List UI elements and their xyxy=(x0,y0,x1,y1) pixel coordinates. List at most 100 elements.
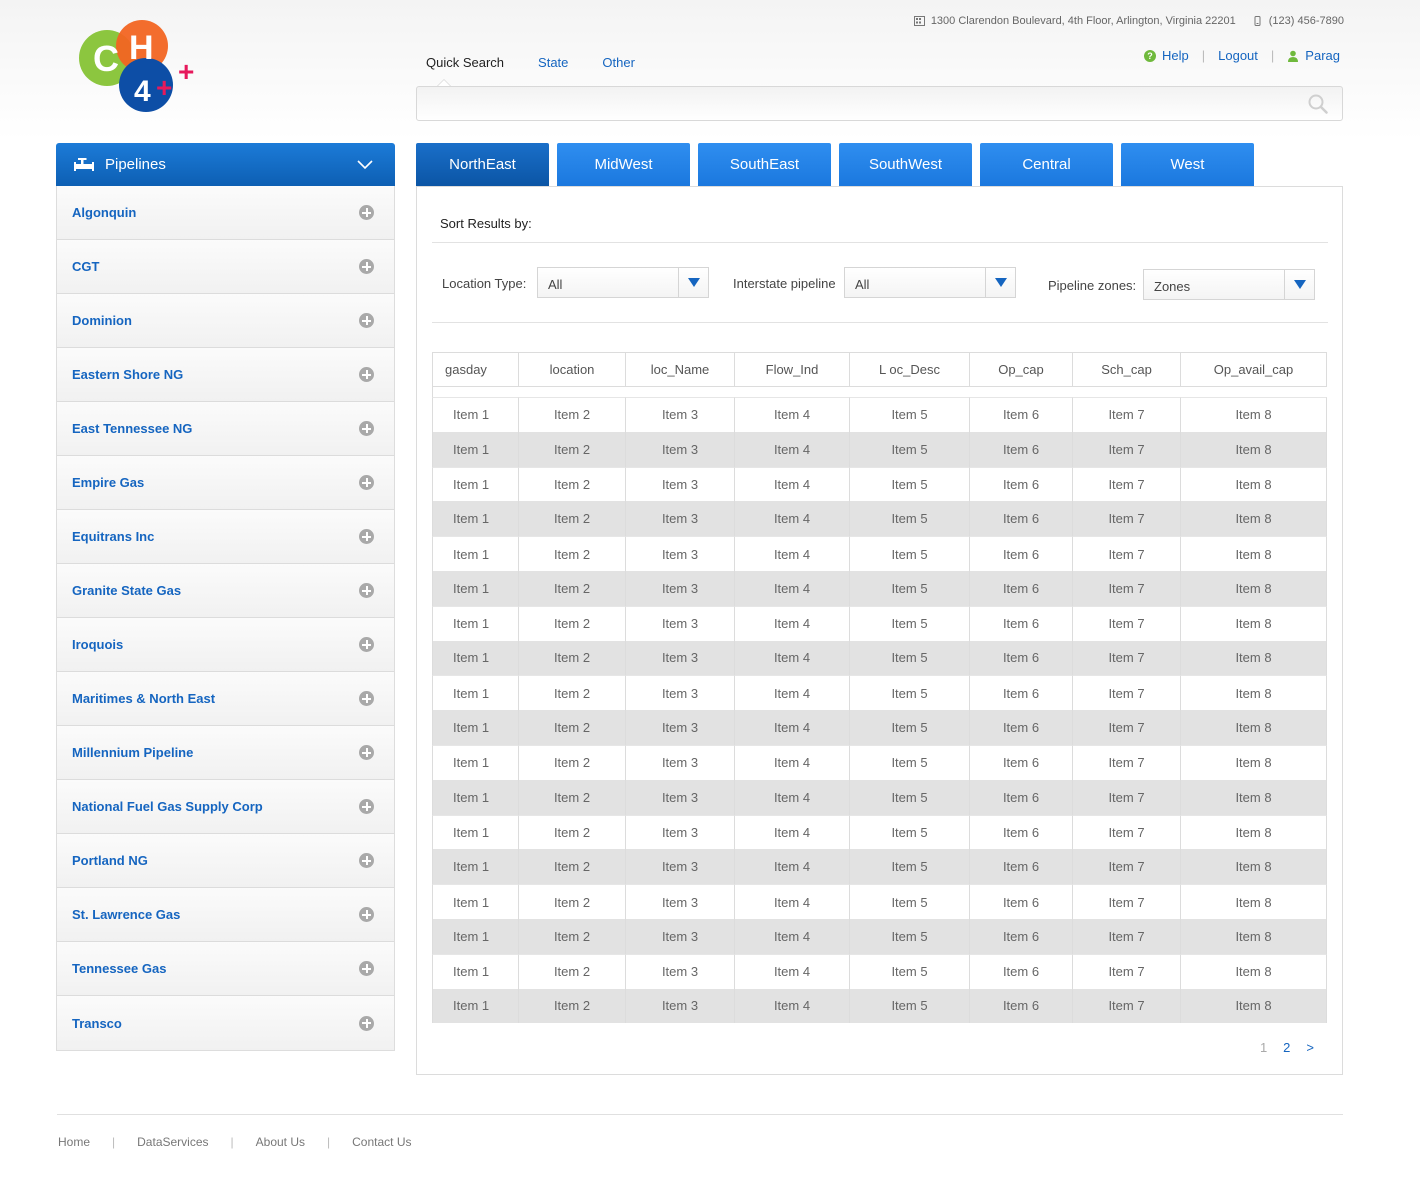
separator: | xyxy=(327,1135,331,1149)
plus-circle-icon[interactable] xyxy=(359,367,374,382)
plus-circle-icon[interactable] xyxy=(359,583,374,598)
sidebar-item-granite-state-gas[interactable]: Granite State Gas xyxy=(57,564,394,618)
table-row[interactable]: Item 1 Item 2 Item 3 Item 4 Item 5 Item 6 Item… xyxy=(432,640,1327,676)
table-row[interactable]: Item 1 Item 2 Item 3 Item 4 Item 5 Item 6 Item… xyxy=(432,953,1327,989)
search-icon[interactable] xyxy=(1308,94,1328,114)
table-row[interactable]: Item 1 Item 2 Item 3 Item 4 Item 5 Item 6 Item… xyxy=(432,570,1327,606)
search-input[interactable] xyxy=(417,87,1277,120)
footer-link-about-us[interactable]: About Us xyxy=(256,1135,305,1149)
plus-circle-icon[interactable] xyxy=(359,745,374,760)
column-header[interactable]: Op_cap xyxy=(970,352,1073,387)
plus-circle-icon[interactable] xyxy=(359,529,374,544)
plus-circle-icon[interactable] xyxy=(359,799,374,814)
table-cell: Item 3 xyxy=(626,849,735,885)
pipeline-zones-select[interactable]: Zones xyxy=(1143,269,1315,300)
header-gap xyxy=(432,387,1327,397)
table-row[interactable]: Item 1 Item 2 Item 3 Item 4 Item 5 Item 6 Item… xyxy=(432,779,1327,815)
plus-circle-icon[interactable] xyxy=(359,961,374,976)
plus-circle-icon[interactable] xyxy=(359,421,374,436)
logo[interactable]: C H 4 + + xyxy=(76,18,202,116)
sidebar-item-empire-gas[interactable]: Empire Gas xyxy=(57,456,394,510)
tab-west[interactable]: West xyxy=(1121,143,1254,186)
tab-southeast[interactable]: SouthEast xyxy=(698,143,831,186)
user-link[interactable]: Parag xyxy=(1287,48,1340,63)
table-cell: Item 7 xyxy=(1073,953,1181,989)
table-cell: Item 5 xyxy=(850,710,970,745)
column-header[interactable]: location xyxy=(519,352,626,387)
column-header[interactable]: L oc_Desc xyxy=(850,352,970,387)
table-cell: Item 5 xyxy=(850,744,970,780)
plus-circle-icon[interactable] xyxy=(359,691,374,706)
table-cell: Item 5 xyxy=(850,953,970,989)
table-row[interactable]: Item 1 Item 2 Item 3 Item 4 Item 5 Item 6 Item… xyxy=(432,466,1327,502)
tab-quick-search[interactable]: Quick Search xyxy=(426,55,504,70)
footer-link-dataservices[interactable]: DataServices xyxy=(137,1135,208,1149)
footer-link-contact-us[interactable]: Contact Us xyxy=(352,1135,411,1149)
caret-down-icon[interactable] xyxy=(1284,270,1314,299)
sidebar-item-st-lawrence-gas[interactable]: St. Lawrence Gas xyxy=(57,888,394,942)
plus-circle-icon[interactable] xyxy=(359,475,374,490)
table-row[interactable]: Item 1 Item 2 Item 3 Item 4 Item 5 Item 6 Item… xyxy=(432,431,1327,467)
table-row[interactable]: Item 1 Item 2 Item 3 Item 4 Item 5 Item 6 Item… xyxy=(432,501,1327,537)
column-header[interactable]: Flow_Ind xyxy=(735,352,850,387)
table-row[interactable]: Item 1 Item 2 Item 3 Item 4 Item 5 Item 6 Item… xyxy=(432,814,1327,850)
footer-link-home[interactable]: Home xyxy=(58,1135,90,1149)
sidebar-item-maritimes-north-east[interactable]: Maritimes & North East xyxy=(57,672,394,726)
sidebar-item-millennium-pipeline[interactable]: Millennium Pipeline xyxy=(57,726,394,780)
chevron-down-icon[interactable] xyxy=(357,157,373,173)
tab-other[interactable]: Other xyxy=(602,55,635,70)
sidebar-item-label: Maritimes & North East xyxy=(72,691,216,706)
table-row[interactable]: Item 1 Item 2 Item 3 Item 4 Item 5 Item 6 Item… xyxy=(432,884,1327,919)
logout-link[interactable]: Logout xyxy=(1218,48,1258,63)
caret-down-icon[interactable] xyxy=(985,268,1015,297)
plus-circle-icon[interactable] xyxy=(359,637,374,652)
sidebar-item-national-fuel-gas[interactable]: National Fuel Gas Supply Corp xyxy=(57,780,394,834)
table-cell: Item 2 xyxy=(519,397,626,432)
plus-circle-icon[interactable] xyxy=(359,205,374,220)
tab-midwest[interactable]: MidWest xyxy=(557,143,690,186)
column-header[interactable]: Op_avail_cap xyxy=(1181,352,1327,387)
table-row[interactable]: Item 1 Item 2 Item 3 Item 4 Item 5 Item 6 Item… xyxy=(432,536,1327,571)
next-page-link[interactable]: > xyxy=(1306,1040,1314,1055)
sidebar-item-eastern-shore-ng[interactable]: Eastern Shore NG xyxy=(57,348,394,402)
tab-state[interactable]: State xyxy=(538,55,568,70)
column-header[interactable]: Sch_cap xyxy=(1073,352,1181,387)
plus-circle-icon[interactable] xyxy=(359,1015,374,1031)
tab-central[interactable]: Central xyxy=(980,143,1113,186)
plus-circle-icon[interactable] xyxy=(359,907,374,922)
sidebar-item-tennessee-gas[interactable]: Tennessee Gas xyxy=(57,942,394,996)
help-link[interactable]: ? Help xyxy=(1144,48,1189,63)
plus-circle-icon[interactable] xyxy=(359,313,374,328)
table-row[interactable]: Item 1 Item 2 Item 3 Item 4 Item 5 Item 6 Item… xyxy=(432,744,1327,780)
location-type-label: Location Type: xyxy=(442,276,527,291)
sidebar-item-iroquois[interactable]: Iroquois xyxy=(57,618,394,672)
results-panel: Sort Results by: Location Type: All Inte… xyxy=(416,186,1343,1075)
sidebar-item-dominion[interactable]: Dominion xyxy=(57,294,394,348)
table-row[interactable]: Item 1 Item 2 Item 3 Item 4 Item 5 Item 6 Item… xyxy=(432,849,1327,885)
table-row[interactable]: Item 1 Item 2 Item 3 Item 4 Item 5 Item 6 Item… xyxy=(432,605,1327,641)
sidebar-item-east-tennessee-ng[interactable]: East Tennessee NG xyxy=(57,402,394,456)
table-row[interactable]: Item 1 Item 2 Item 3 Item 4 Item 5 Item 6 Item… xyxy=(432,397,1327,432)
sidebar-item-cgt[interactable]: CGT xyxy=(57,240,394,294)
column-header[interactable]: gasday xyxy=(432,352,519,387)
table-cell: Item 3 xyxy=(626,918,735,954)
plus-circle-icon[interactable] xyxy=(359,853,374,868)
caret-down-icon[interactable] xyxy=(678,268,708,297)
table-row[interactable]: Item 1 Item 2 Item 3 Item 4 Item 5 Item 6 Item… xyxy=(432,918,1327,954)
tab-southwest[interactable]: SouthWest xyxy=(839,143,972,186)
table-cell: Item 4 xyxy=(735,640,850,676)
pipelines-header[interactable]: Pipelines xyxy=(56,143,395,186)
table-row[interactable]: Item 1 Item 2 Item 3 Item 4 Item 5 Item 6 Item… xyxy=(432,988,1327,1024)
column-header[interactable]: loc_Name xyxy=(626,352,735,387)
location-type-select[interactable]: All xyxy=(537,267,709,298)
sidebar-item-transco[interactable]: Transco xyxy=(57,996,394,1050)
table-row[interactable]: Item 1 Item 2 Item 3 Item 4 Item 5 Item 6 Item… xyxy=(432,675,1327,711)
sidebar-item-algonquin[interactable]: Algonquin xyxy=(57,186,394,240)
page-link[interactable]: 2 xyxy=(1283,1040,1290,1055)
interstate-pipeline-select[interactable]: All xyxy=(844,267,1016,298)
sidebar-item-portland-ng[interactable]: Portland NG xyxy=(57,834,394,888)
plus-circle-icon[interactable] xyxy=(359,259,374,274)
tab-northeast[interactable]: NorthEast xyxy=(416,143,549,186)
table-row[interactable]: Item 1 Item 2 Item 3 Item 4 Item 5 Item 6 Item… xyxy=(432,710,1327,745)
sidebar-item-equitrans-inc[interactable]: Equitrans Inc xyxy=(57,510,394,564)
